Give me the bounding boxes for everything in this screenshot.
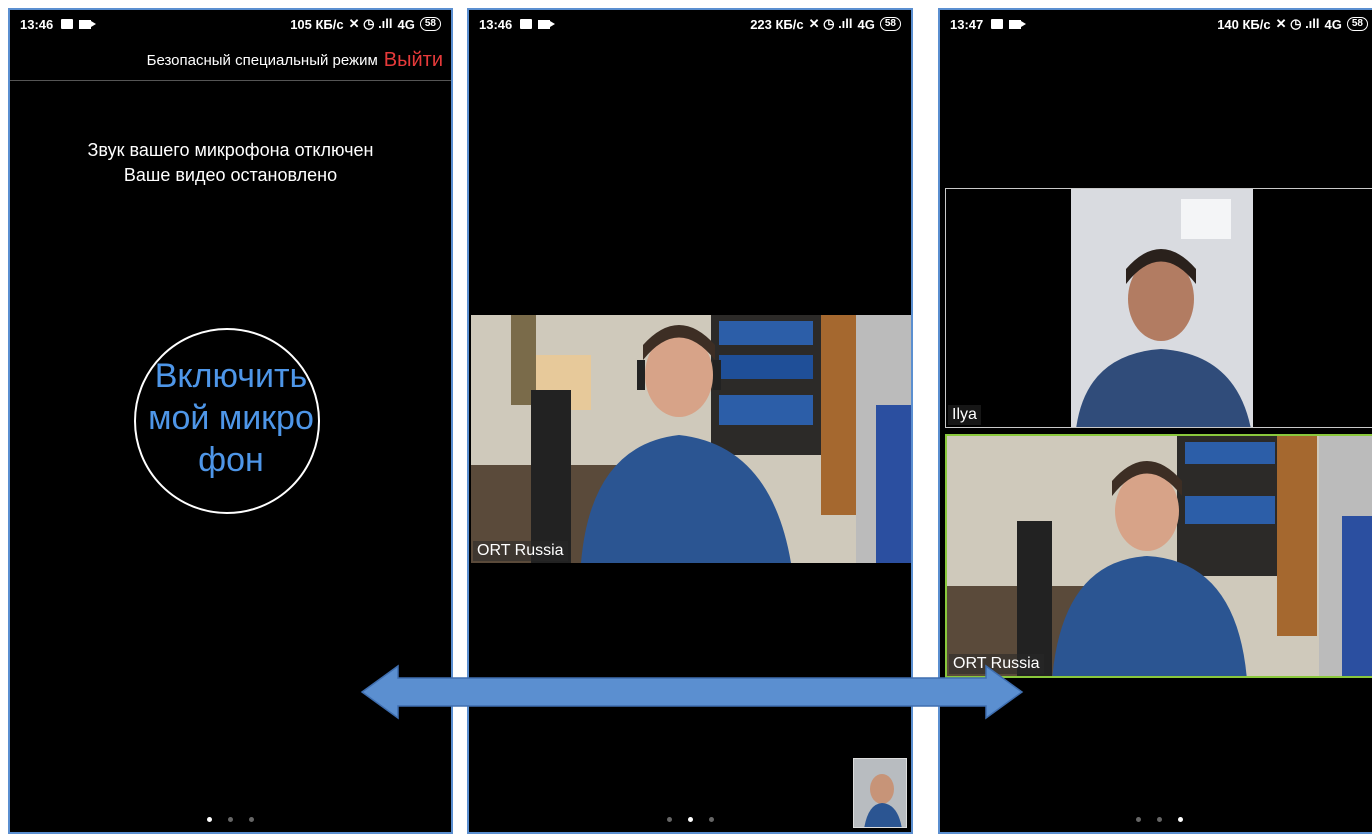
status-bar: 13:47 140 КБ/с ✕ ◷ .ıll 4G 58 [940, 10, 1372, 38]
video-icon [79, 19, 97, 29]
screenshot-icon [61, 19, 74, 29]
status-bar: 13:46 223 КБ/с ✕ ◷ .ıll 4G 58 [469, 10, 911, 38]
status-time: 13:47 [950, 16, 984, 32]
status-time: 13:46 [20, 16, 54, 32]
battery-icon: 58 [879, 17, 901, 31]
video-tile-ort-russia[interactable]: ORT Russia [471, 315, 911, 563]
page-dot[interactable] [687, 817, 693, 822]
video-stopped-text: Ваше видео остановлено [123, 165, 338, 185]
screenshot-icon [520, 19, 533, 29]
network-speed: 140 КБ/с [1217, 16, 1271, 32]
page-dot[interactable] [1156, 817, 1162, 822]
page-indicator [469, 817, 911, 822]
safe-mode-bar: Безопасный специальный режим Выйти [10, 40, 451, 81]
page-dot[interactable] [666, 817, 672, 822]
status-time: 13:46 [479, 16, 513, 32]
page-dot[interactable] [1177, 817, 1183, 822]
page-dot[interactable] [207, 817, 212, 822]
battery-icon: 58 [1346, 17, 1368, 31]
participant-name: ORT Russia [473, 541, 568, 561]
network-type: 4G [857, 16, 875, 32]
page-dot[interactable] [1135, 817, 1141, 822]
swipe-double-arrow-icon [360, 664, 1024, 720]
page-dot[interactable] [249, 817, 254, 822]
video-tile-ilya[interactable]: Ilya [945, 188, 1372, 428]
participant-name: Ilya [948, 405, 981, 425]
battery-icon: 58 [419, 17, 441, 31]
safe-mode-label: Безопасный специальный режим [146, 51, 378, 69]
network-speed: 105 КБ/с [290, 16, 344, 32]
network-speed: 223 КБ/с [750, 16, 804, 32]
signal-icon: ✕ ◷ .ıll [1275, 16, 1320, 31]
status-bar: 13:46 105 КБ/с ✕ ◷ .ıll 4G 58 [10, 10, 451, 38]
ilya-video-image [946, 189, 1372, 427]
page-indicator [10, 817, 451, 822]
mic-muted-text: Звук вашего микрофона отключен [87, 140, 374, 160]
page-dot[interactable] [228, 817, 233, 822]
network-type: 4G [397, 16, 415, 32]
office-scene-image [947, 436, 1372, 676]
signal-icon: ✕ ◷ .ıll [808, 16, 853, 31]
exit-button[interactable]: Выйти [384, 49, 443, 72]
video-icon [538, 19, 556, 29]
screenshot-icon [991, 19, 1004, 29]
mute-message: Звук вашего микрофона отключен Ваше виде… [10, 138, 451, 188]
page-indicator [940, 817, 1372, 822]
signal-icon: ✕ ◷ .ıll [348, 16, 393, 31]
video-tile-ort-russia[interactable]: ORT Russia [945, 434, 1372, 678]
page-dot[interactable] [708, 817, 714, 822]
network-type: 4G [1324, 16, 1342, 32]
unmute-mic-label[interactable]: Включить мой микрофон [146, 355, 316, 481]
office-scene-image [471, 315, 911, 563]
video-icon [1009, 19, 1027, 29]
